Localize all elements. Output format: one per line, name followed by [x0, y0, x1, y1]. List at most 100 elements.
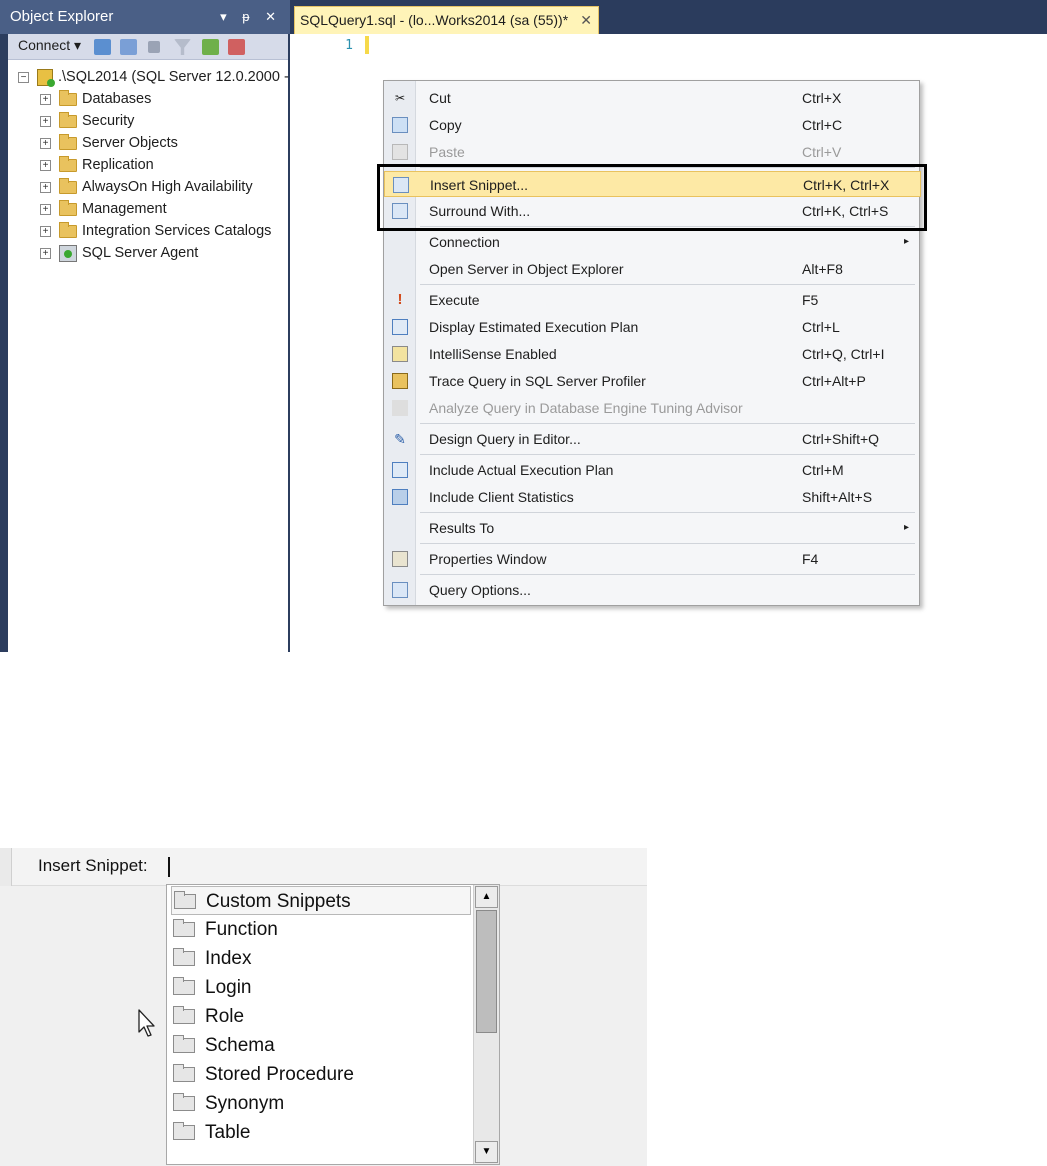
menu-item-actual-plan[interactable]: Include Actual Execution Plan Ctrl+M — [384, 457, 921, 483]
menu-item-open-server[interactable]: Open Server in Object Explorer Alt+F8 — [384, 256, 921, 282]
tuning-advisor-icon — [392, 400, 408, 416]
snippet-folder-item[interactable]: Schema — [171, 1031, 471, 1060]
collapse-icon[interactable]: − — [18, 71, 29, 83]
properties-icon — [392, 551, 408, 567]
menu-item-execute[interactable]: ! Execute F5 — [384, 287, 921, 313]
tab-query[interactable]: SQLQuery1.sql - (lo...Works2014 (sa (55)… — [294, 6, 599, 34]
menu-item-intellisense[interactable]: IntelliSense Enabled Ctrl+Q, Ctrl+I — [384, 341, 921, 367]
snippet-prompt-bar: Insert Snippet: — [0, 848, 647, 886]
menu-item-estimated-plan[interactable]: Display Estimated Execution Plan Ctrl+L — [384, 314, 921, 340]
connect-db-icon[interactable] — [94, 39, 111, 55]
tree-node[interactable]: + Security — [40, 110, 134, 132]
object-explorer-title: Object Explorer — [10, 8, 114, 25]
snippet-folder-item[interactable]: Index — [171, 944, 471, 973]
snippet-folder-item[interactable]: Function — [171, 915, 471, 944]
tree-node-server[interactable]: − .\SQL2014 (SQL Server 12.0.2000 - — [18, 66, 289, 88]
menu-item-shortcut: Ctrl+Alt+P — [802, 373, 866, 389]
menu-item-shortcut: Ctrl+L — [802, 319, 840, 335]
actual-plan-icon — [392, 462, 408, 478]
menu-item-copy[interactable]: Copy Ctrl+C — [384, 112, 921, 138]
server-label: .\SQL2014 (SQL Server 12.0.2000 - — [58, 69, 289, 85]
expand-icon[interactable]: + — [40, 115, 51, 127]
tree-node[interactable]: + Replication — [40, 154, 154, 176]
submenu-arrow-icon: ▸ — [903, 522, 909, 533]
snippet-folder-item[interactable]: Login — [171, 973, 471, 1002]
expand-icon[interactable]: + — [40, 203, 51, 215]
snippet-folder-item[interactable]: Role — [171, 1002, 471, 1031]
expand-icon[interactable]: + — [40, 225, 51, 237]
object-explorer-panel: Object Explorer ▾ ᵽ ✕ Connect ▾ − .\SQL20… — [0, 0, 290, 652]
filter-icon[interactable] — [174, 39, 191, 55]
expand-icon[interactable]: + — [40, 137, 51, 149]
menu-item-cut[interactable]: ✂ Cut Ctrl+X — [384, 85, 921, 111]
folder-icon — [59, 199, 77, 216]
menu-separator — [420, 512, 915, 513]
snippet-folder-item[interactable]: Table — [171, 1118, 471, 1147]
activity-monitor-icon[interactable] — [228, 39, 245, 55]
menu-item-label: Trace Query in SQL Server Profiler — [429, 373, 646, 389]
menu-item-query-options[interactable]: Query Options... — [384, 577, 921, 603]
menu-separator — [420, 423, 915, 424]
menu-item-results-to[interactable]: Results To ▸ — [384, 515, 921, 541]
design-query-icon: ✎ — [394, 431, 406, 447]
vertical-scrollbar[interactable]: ▲ ▼ — [473, 885, 499, 1164]
menu-item-trace-query[interactable]: Trace Query in SQL Server Profiler Ctrl+… — [384, 368, 921, 394]
expand-icon[interactable]: + — [40, 159, 51, 171]
folder-icon — [173, 1093, 195, 1112]
expand-icon[interactable]: + — [40, 181, 51, 193]
scroll-up-button[interactable]: ▲ — [475, 886, 498, 908]
folder-icon — [173, 1064, 195, 1083]
stop-icon[interactable] — [148, 41, 160, 53]
menu-item-properties-window[interactable]: Properties Window F4 — [384, 546, 921, 572]
menu-item-label: Connection — [429, 234, 500, 250]
intellisense-icon — [392, 346, 408, 362]
editor-edge — [0, 848, 12, 886]
scroll-down-button[interactable]: ▼ — [475, 1141, 498, 1163]
menu-item-shortcut: Ctrl+C — [802, 117, 843, 133]
menu-item-shortcut: Ctrl+Shift+Q — [802, 431, 880, 447]
menu-item-client-statistics[interactable]: Include Client Statistics Shift+Alt+S — [384, 484, 921, 510]
tree-node-label: Integration Services Catalogs — [82, 223, 272, 239]
refresh-icon[interactable] — [202, 39, 219, 55]
expand-icon[interactable]: + — [40, 247, 51, 259]
menu-item-design-query[interactable]: ✎ Design Query in Editor... Ctrl+Shift+Q — [384, 426, 921, 452]
profiler-icon — [392, 373, 408, 389]
estimated-plan-icon — [392, 319, 408, 335]
menu-item-label: Open Server in Object Explorer — [429, 261, 624, 277]
object-explorer-tree: − .\SQL2014 (SQL Server 12.0.2000 - + Data… — [8, 60, 289, 652]
scrollbar-thumb[interactable] — [476, 910, 497, 1033]
snippet-folder-item[interactable]: Synonym — [171, 1089, 471, 1118]
snippet-folder-item[interactable]: Stored Procedure — [171, 1060, 471, 1089]
menu-item-connection[interactable]: Connection ▸ — [384, 229, 921, 255]
tree-node[interactable]: + AlwaysOn High Availability — [40, 176, 253, 198]
ssms-window: Object Explorer ▾ ᵽ ✕ Connect ▾ − .\SQL20… — [0, 0, 1047, 652]
snippet-prompt-label: Insert Snippet: — [38, 856, 148, 875]
submenu-arrow-icon: ▸ — [903, 236, 909, 247]
tree-node[interactable]: + Server Objects — [40, 132, 178, 154]
expand-icon[interactable]: + — [40, 93, 51, 105]
line-number: 1 — [345, 38, 353, 53]
copy-icon — [392, 117, 408, 133]
panel-controls[interactable]: ▾ ᵽ ✕ — [220, 0, 282, 34]
close-icon[interactable]: ✕ — [580, 7, 592, 33]
folder-icon — [173, 1006, 195, 1025]
tree-node[interactable]: + Management — [40, 198, 167, 220]
tree-node[interactable]: + Integration Services Catalogs — [40, 220, 271, 242]
connect-button[interactable]: Connect ▾ — [18, 37, 81, 54]
client-stats-icon — [392, 489, 408, 505]
menu-item-shortcut: Ctrl+Q, Ctrl+I — [802, 346, 885, 362]
snippet-list[interactable]: Custom Snippets Function Index Login Rol… — [166, 884, 500, 1165]
server-icon — [37, 68, 55, 87]
menu-item-label: Results To — [429, 520, 495, 536]
snippet-folder-label: Custom Snippets — [206, 891, 351, 912]
document-tab-strip: SQLQuery1.sql - (lo...Works2014 (sa (55)… — [290, 0, 1047, 34]
object-explorer-toolbar: Connect ▾ — [8, 34, 288, 60]
snippet-folder-label: Schema — [205, 1035, 275, 1056]
snippet-folder-item[interactable]: Custom Snippets — [171, 886, 471, 915]
disconnect-icon[interactable] — [120, 39, 137, 55]
folder-icon — [59, 133, 77, 150]
tree-node[interactable]: + Databases — [40, 88, 151, 110]
menu-separator — [420, 574, 915, 575]
folder-icon — [59, 111, 77, 128]
tree-node[interactable]: + SQL Server Agent — [40, 242, 198, 264]
